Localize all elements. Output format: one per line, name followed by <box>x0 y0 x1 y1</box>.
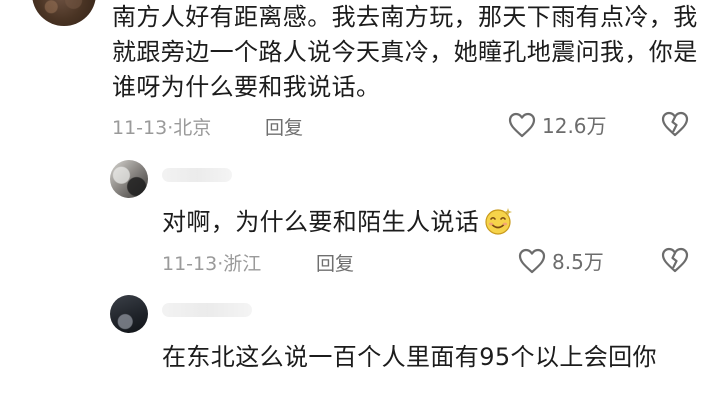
username-blurred <box>162 303 252 317</box>
comment-text: 对啊，为什么要和陌生人说话 <box>162 204 682 240</box>
like-count: 8.5万 <box>552 250 604 274</box>
like-count: 12.6万 <box>542 114 607 138</box>
username-blurred <box>162 168 232 182</box>
reply-button[interactable]: 回复 <box>265 113 303 140</box>
comment-text: 南方人好有距离感。我去南方玩，那天下雨有点冷，我就跟旁边一个路人说今天真冷，她瞳… <box>112 3 698 101</box>
like-button[interactable]: 12.6万 <box>508 110 607 139</box>
comment-text-content: 对啊，为什么要和陌生人说话 <box>162 208 480 236</box>
smiling-face-emoji-icon <box>485 208 513 235</box>
comment-date-location: 11-13·浙江 <box>162 253 262 275</box>
dislike-button[interactable] <box>660 110 690 142</box>
comment-thread: 南方人好有距离感。我去南方玩，那天下雨有点冷，我就跟旁边一个路人说今天真冷，她瞳… <box>0 0 720 405</box>
avatar[interactable] <box>110 160 148 198</box>
like-button[interactable]: 8.5万 <box>518 246 604 275</box>
heart-icon <box>518 248 546 273</box>
reply-button[interactable]: 回复 <box>316 249 354 276</box>
avatar[interactable] <box>32 0 96 26</box>
heart-icon <box>508 112 536 137</box>
comment-date-location: 11-13·北京 <box>112 117 212 139</box>
avatar[interactable] <box>110 295 148 333</box>
broken-heart-icon <box>661 247 689 273</box>
dislike-button[interactable] <box>660 246 690 278</box>
comment-text: 在东北这么说一百个人里面有95个以上会回你 <box>162 343 657 371</box>
broken-heart-icon <box>661 111 689 137</box>
